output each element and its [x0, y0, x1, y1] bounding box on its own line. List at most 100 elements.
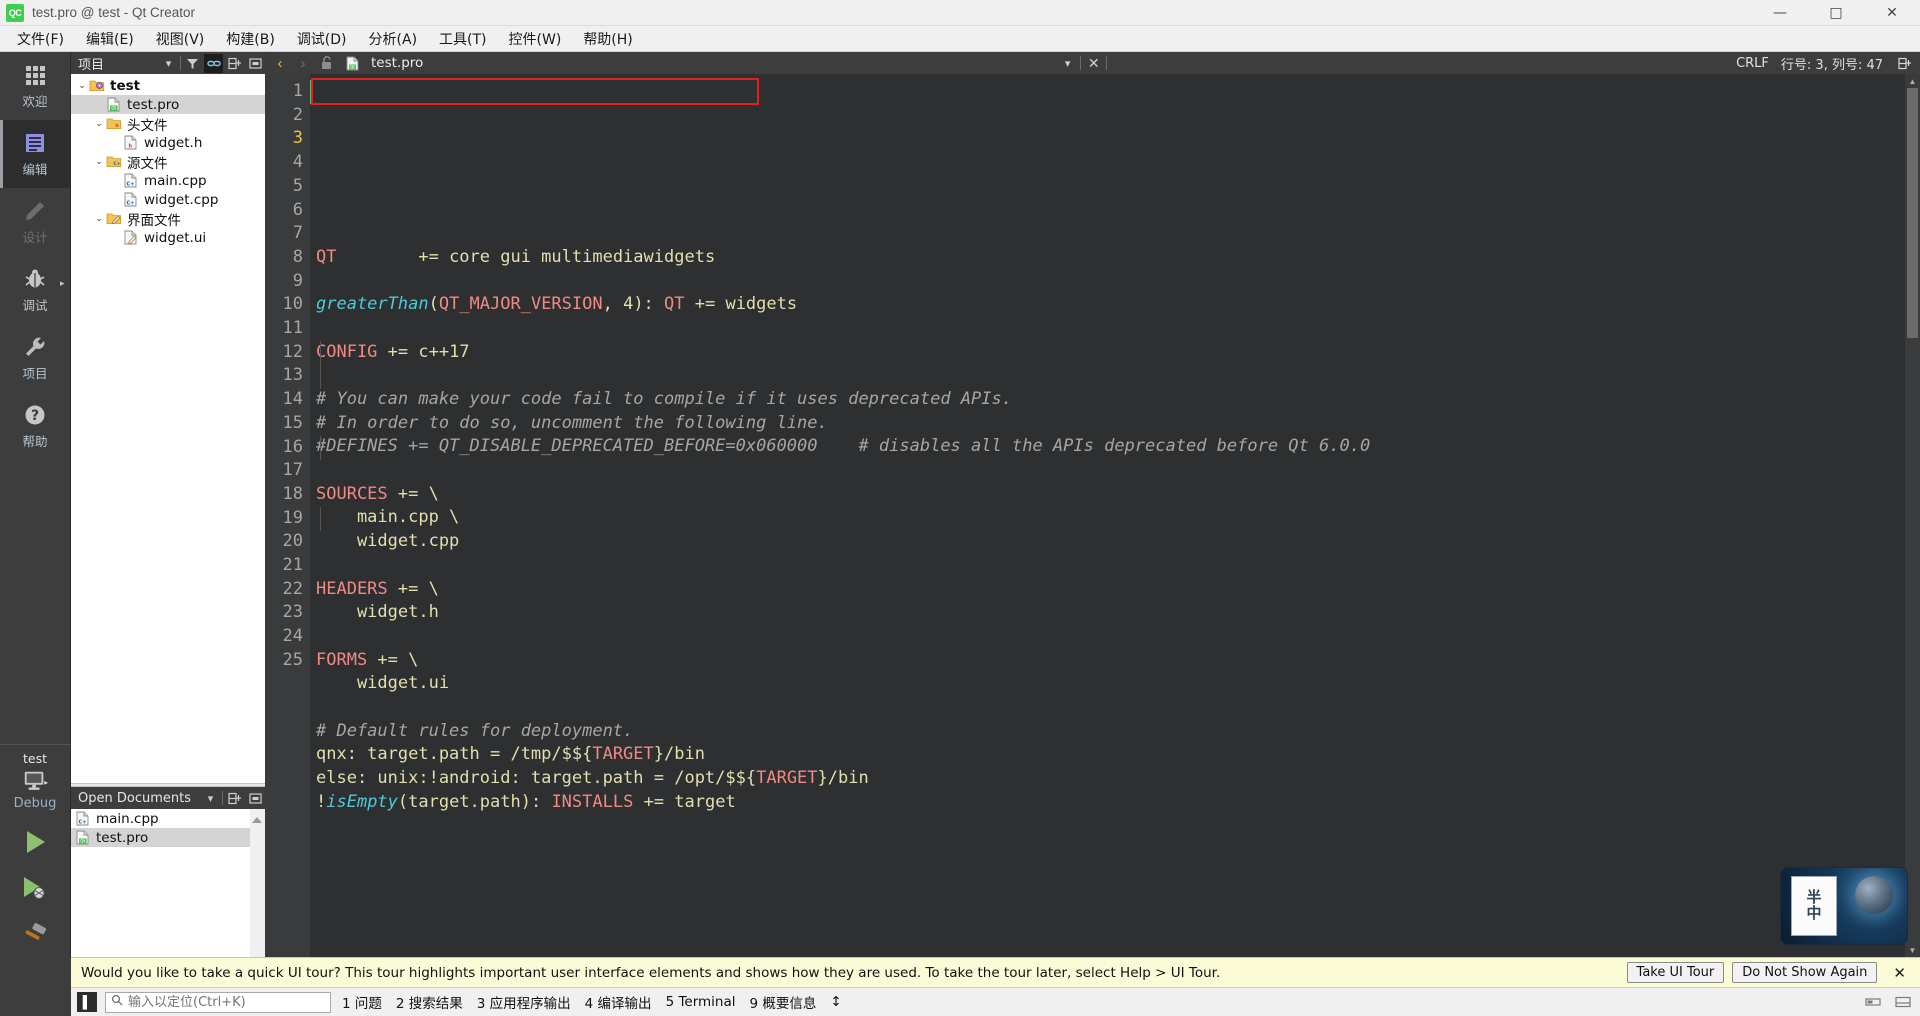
open-document-test.pro[interactable]: Qt test.pro — [71, 828, 265, 847]
locator-field[interactable] — [105, 991, 331, 1013]
tree-item-test[interactable]: ⌄ test — [71, 76, 265, 95]
scroll-down-icon[interactable]: ▼ — [1905, 943, 1920, 957]
code-line[interactable] — [316, 696, 1905, 720]
build-button[interactable] — [0, 911, 71, 957]
status-app-output[interactable]: 3 应用程序输出 — [474, 992, 574, 1012]
split-icon[interactable] — [225, 789, 244, 808]
tree-item-widget.h[interactable]: h widget.h — [71, 133, 265, 152]
tree-item-widget.cpp[interactable]: C+ widget.cpp — [71, 190, 265, 209]
code-line[interactable]: main.cpp \ — [316, 506, 1905, 530]
mode-expand-arrow-icon[interactable]: ▸ — [60, 278, 65, 289]
close-button[interactable]: ✕ — [1864, 0, 1920, 26]
open-documents-scrollbar[interactable] — [250, 809, 265, 957]
kit-selector[interactable]: test Debug — [0, 744, 71, 819]
menu-analyze[interactable]: 分析(A) — [358, 26, 429, 52]
chevron-down-icon[interactable]: ⌄ — [92, 119, 106, 129]
menu-file[interactable]: 文件(F) — [6, 26, 75, 52]
mode-bug[interactable]: 调试 ▸ — [0, 256, 71, 324]
mode-question[interactable]: ? 帮助 — [0, 392, 71, 460]
menu-view[interactable]: 视图(V) — [145, 26, 216, 52]
tree-item--[interactable]: ⌄ h 头文件 — [71, 114, 265, 134]
tree-item-widget.ui[interactable]: widget.ui — [71, 228, 265, 247]
menu-build[interactable]: 构建(B) — [215, 26, 286, 52]
status-terminal[interactable]: 5 Terminal — [663, 994, 739, 1010]
code-line[interactable]: # You can make your code fail to compile… — [316, 388, 1905, 412]
split-icon[interactable] — [1895, 54, 1914, 73]
collapse-icon[interactable] — [246, 54, 265, 73]
line-ending-indicator[interactable]: CRLF — [1736, 56, 1769, 71]
mode-grid[interactable]: 欢迎 — [0, 52, 71, 120]
code-line[interactable]: qnx: target.path = /tmp/$${TARGET}/bin — [316, 743, 1905, 767]
maximize-button[interactable]: □ — [1808, 0, 1864, 26]
run-button[interactable] — [0, 819, 71, 865]
scrollbar-thumb[interactable] — [1907, 88, 1918, 338]
code-line[interactable] — [316, 625, 1905, 649]
tree-item--[interactable]: ⌄ 界面文件 — [71, 209, 265, 229]
code-line[interactable]: FORMS += \ — [316, 649, 1905, 673]
output-pane-icon[interactable] — [1892, 993, 1914, 1011]
cursor-position-indicator[interactable]: 行号: 3, 列号: 47 — [1781, 54, 1883, 73]
split-icon[interactable] — [225, 54, 244, 73]
open-document-main.cpp[interactable]: C+ main.cpp — [71, 809, 265, 828]
code-line[interactable]: widget.cpp — [316, 530, 1905, 554]
collapse-icon[interactable] — [246, 789, 265, 808]
menu-widgets[interactable]: 控件(W) — [498, 26, 573, 52]
editor-vertical-scrollbar[interactable]: ▲ ▼ — [1905, 74, 1920, 957]
code-line[interactable]: #DEFINES += QT_DISABLE_DEPRECATED_BEFORE… — [316, 435, 1905, 459]
open-documents-list[interactable]: C+ main.cpp Qt test.pro — [71, 809, 265, 957]
code-line[interactable]: # In order to do so, uncomment the follo… — [316, 412, 1905, 436]
tree-item-main.cpp[interactable]: C+ main.cpp — [71, 171, 265, 190]
tree-item-test.pro[interactable]: Qt test.pro — [71, 95, 265, 114]
sidebar-toggle-button[interactable]: ▌ — [77, 992, 97, 1012]
chevron-down-icon[interactable]: ⌄ — [75, 81, 89, 91]
chevron-down-icon[interactable]: ⌄ — [92, 157, 106, 167]
scroll-up-icon[interactable]: ▲ — [1905, 74, 1920, 88]
menu-help[interactable]: 帮助(H) — [572, 26, 643, 52]
project-tree[interactable]: ⌄ test Qt test.pro ⌄ h 头文件 h widget.h ⌄ C+ 源文件 C+ mai… — [71, 74, 265, 783]
code-line[interactable] — [316, 459, 1905, 483]
menu-debug[interactable]: 调试(D) — [286, 26, 358, 52]
mode-edit[interactable]: 编辑 — [0, 120, 71, 188]
status-overview[interactable]: 9 概要信息 — [747, 992, 820, 1012]
status-compile-output[interactable]: 4 编译输出 — [582, 992, 655, 1012]
code-line[interactable]: CONFIG += c++17 — [316, 341, 1905, 365]
navigate-back-icon[interactable]: ‹ — [270, 55, 290, 72]
chevron-down-icon[interactable]: ▾ — [159, 54, 178, 73]
progress-details-icon[interactable] — [1862, 993, 1884, 1011]
close-document-icon[interactable]: ✕ — [1084, 54, 1103, 73]
code-line[interactable]: # Default rules for deployment. — [316, 720, 1905, 744]
chevron-down-icon[interactable]: ▾ — [201, 789, 220, 808]
navigate-forward-icon[interactable]: › — [293, 55, 313, 72]
code-editor[interactable]: 1 2 3 4 5 6 7 8 9 10 11 12 13 14 15 16 17 18 19 20 21 22 23 24 2… — [266, 74, 1920, 957]
take-ui-tour-button[interactable]: Take UI Tour — [1626, 962, 1725, 983]
status-search-results[interactable]: 2 搜索结果 — [393, 992, 466, 1012]
link-icon[interactable] — [204, 53, 223, 73]
code-line[interactable] — [316, 364, 1905, 388]
status-issues[interactable]: 1 问题 — [339, 992, 385, 1012]
code-line[interactable]: QT += core gui multimediawidgets — [316, 246, 1905, 270]
code-line[interactable]: widget.h — [316, 601, 1905, 625]
code-line[interactable]: !isEmpty(target.path): INSTALLS += targe… — [316, 791, 1905, 815]
document-selector[interactable]: Qt test.pro — [339, 52, 429, 74]
filter-icon[interactable] — [183, 54, 202, 73]
code-line[interactable]: SOURCES += \ — [316, 483, 1905, 507]
code-line[interactable]: else: unix:!android: target.path = /opt/… — [316, 767, 1905, 791]
code-line[interactable]: HEADERS += \ — [316, 578, 1905, 602]
chevron-down-icon[interactable]: ⌄ — [92, 214, 106, 224]
mode-wrench[interactable]: 项目 — [0, 324, 71, 392]
code-line[interactable] — [316, 554, 1905, 578]
document-dropdown-icon[interactable]: ▾ — [1058, 54, 1077, 73]
debug-button[interactable] — [0, 865, 71, 911]
code-line[interactable]: greaterThan(QT_MAJOR_VERSION, 4): QT += … — [316, 293, 1905, 317]
scroll-up-icon[interactable] — [251, 812, 263, 823]
locator-input[interactable] — [128, 994, 325, 1010]
tree-item--[interactable]: ⌄ C+ 源文件 — [71, 152, 265, 172]
menu-tools[interactable]: 工具(T) — [428, 26, 497, 52]
mode-pencil[interactable]: 设计 — [0, 188, 71, 256]
minimize-button[interactable]: — — [1752, 0, 1808, 26]
status-more-icon[interactable]: ↕ — [827, 994, 844, 1010]
code-line[interactable] — [316, 814, 1905, 838]
menu-edit[interactable]: 编辑(E) — [75, 26, 145, 52]
code-line[interactable] — [316, 270, 1905, 294]
code-text[interactable]: QT += core gui multimediawidgets greater… — [310, 74, 1905, 957]
